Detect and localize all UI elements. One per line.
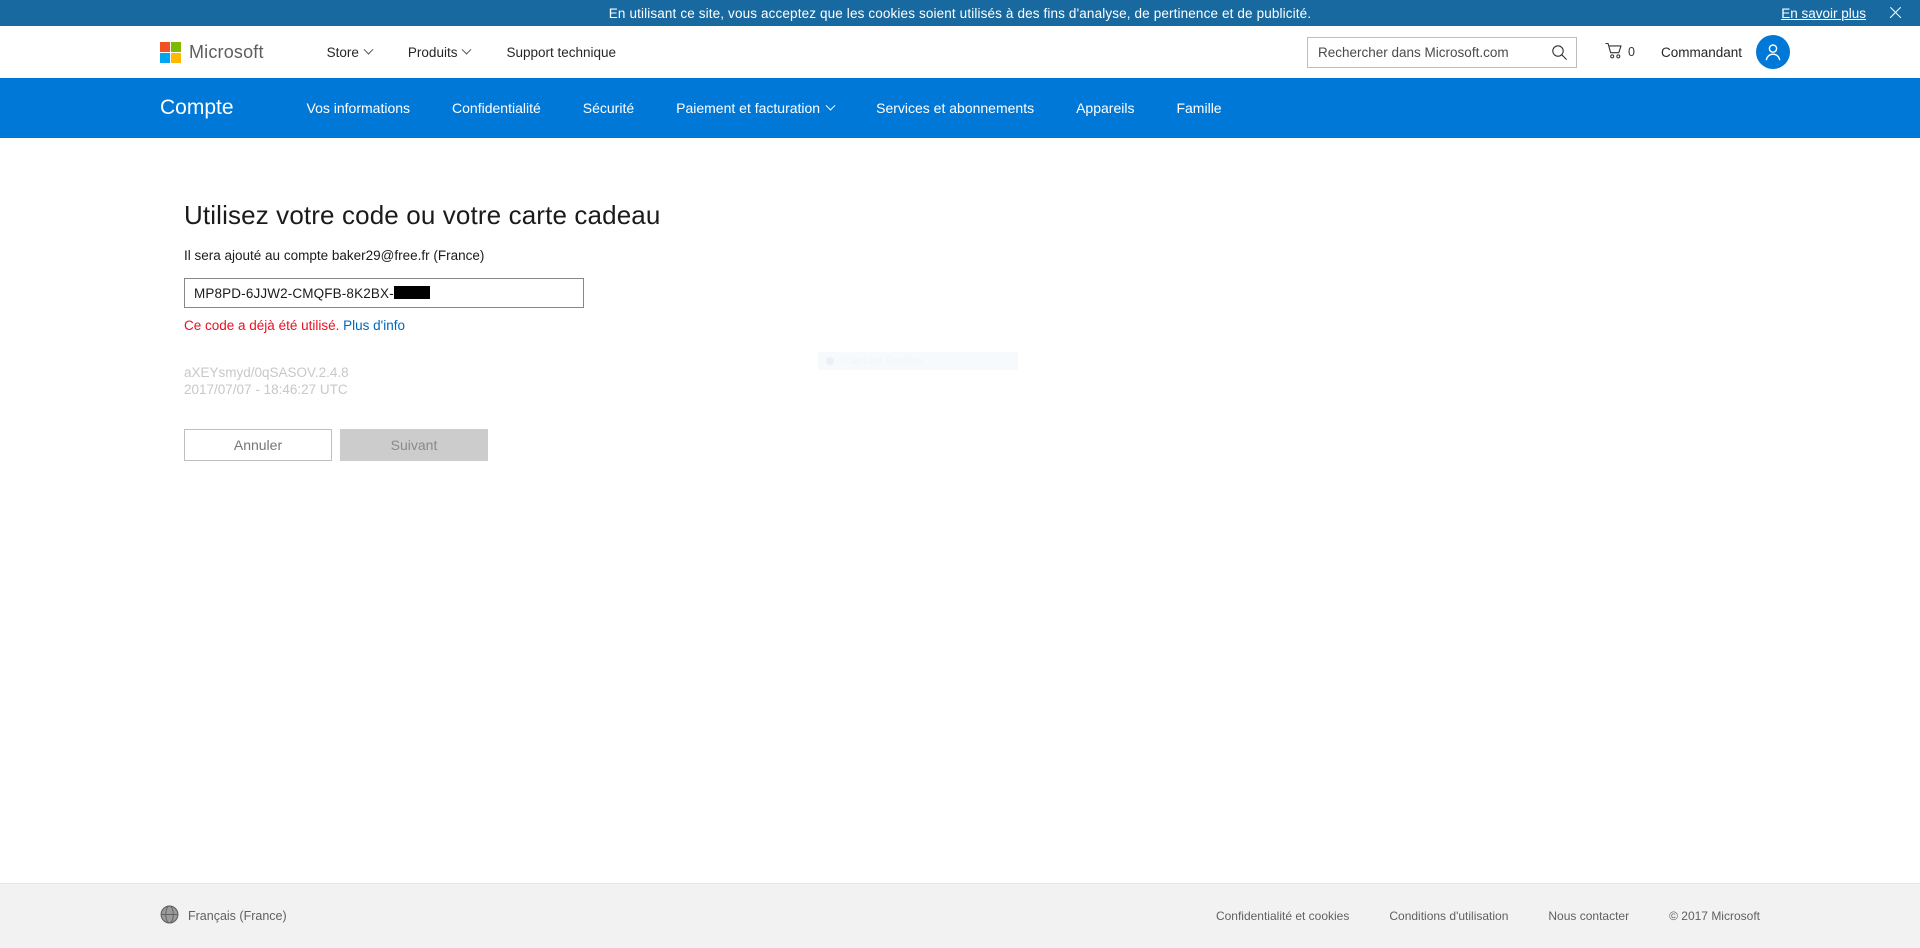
redeem-code-value: MP8PD-6JJW2-CMQFB-8K2BX- — [194, 285, 394, 301]
footer-copyright: © 2017 Microsoft — [1669, 909, 1760, 923]
account-nav-item-confidentialite[interactable]: Confidentialité — [431, 94, 562, 122]
chevron-down-icon — [462, 44, 472, 55]
account-nav-bar: Compte Vos informations Confidentialité … — [0, 78, 1920, 138]
language-selector[interactable]: Français (France) — [160, 905, 287, 927]
diagnostic-info: aXEYsmyd/0qSASOV.2.4.8 2017/07/07 - 18:4… — [184, 365, 1920, 399]
user-avatar-icon[interactable] — [1756, 35, 1790, 69]
site-footer: Français (France) Confidentialité et coo… — [0, 883, 1920, 948]
header-nav-produits[interactable]: Produits — [390, 37, 489, 68]
account-nav-item-label: Sécurité — [582, 100, 635, 116]
header-nav-store[interactable]: Store — [309, 37, 390, 68]
account-nav-item-securite[interactable]: Sécurité — [562, 94, 655, 122]
account-nav-items: Vos informations Confidentialité Sécurit… — [286, 94, 1243, 122]
account-nav-item-services-et-abonnements[interactable]: Services et abonnements — [855, 94, 1055, 122]
account-nav-item-label: Paiement et facturation — [676, 100, 821, 116]
cart-count: 0 — [1628, 45, 1635, 59]
search-icon[interactable] — [1551, 44, 1568, 61]
header-nav-support[interactable]: Support technique — [488, 37, 634, 68]
page-subtitle: Il sera ajouté au compte baker29@free.fr… — [184, 248, 485, 263]
cookie-banner-actions: En savoir plus — [1781, 0, 1902, 26]
account-nav-item-label: Appareils — [1076, 100, 1135, 116]
error-message-text: Ce code a déjà été utilisé. — [184, 318, 340, 333]
capture-window-overlay: Capture Fenêtre — [818, 352, 1018, 370]
diagnostic-timestamp: 2017/07/07 - 18:46:27 UTC — [184, 381, 348, 397]
search-box[interactable] — [1307, 36, 1577, 68]
footer-link-contact[interactable]: Nous contacter — [1548, 909, 1629, 923]
form-actions: Annuler Suivant — [184, 428, 1920, 461]
cookie-learn-more-link[interactable]: En savoir plus — [1781, 6, 1866, 21]
account-nav-item-famille[interactable]: Famille — [1155, 94, 1242, 122]
record-dot-icon — [826, 357, 834, 365]
header-nav-store-label: Store — [326, 44, 359, 60]
account-nav-brand[interactable]: Compte — [160, 96, 234, 120]
close-icon[interactable] — [1888, 6, 1902, 20]
account-nav-item-label: Famille — [1176, 100, 1222, 116]
language-label: Français (France) — [188, 909, 287, 923]
diagnostic-session-id: aXEYsmyd/0qSASOV.2.4.8 — [184, 365, 349, 380]
cart-icon — [1605, 42, 1624, 62]
header-nav-produits-label: Produits — [407, 44, 458, 60]
cookie-banner-message: En utilisant ce site, vous acceptez que … — [608, 5, 1312, 21]
footer-link-privacy[interactable]: Confidentialité et cookies — [1216, 909, 1349, 923]
microsoft-logo-icon — [160, 41, 181, 63]
account-nav-item-paiement-et-facturation[interactable]: Paiement et facturation — [655, 94, 855, 122]
page-title: Utilisez votre code ou votre carte cadea… — [184, 200, 661, 230]
account-username[interactable]: Commandant — [1661, 45, 1742, 60]
microsoft-logo-link[interactable]: Microsoft — [160, 41, 264, 63]
account-nav-item-vos-informations[interactable]: Vos informations — [286, 94, 432, 122]
footer-link-terms[interactable]: Conditions d'utilisation — [1389, 909, 1508, 923]
error-more-info-link[interactable]: Plus d'info — [343, 318, 405, 333]
cart-button[interactable]: 0 — [1605, 42, 1635, 62]
microsoft-wordmark: Microsoft — [189, 41, 264, 62]
account-nav-item-label: Services et abonnements — [876, 100, 1035, 116]
account-nav-item-label: Confidentialité — [452, 100, 541, 116]
site-header: Microsoft Store Produits Support techniq… — [0, 26, 1920, 78]
account-nav-item-label: Vos informations — [306, 100, 411, 116]
header-nav: Store Produits Support technique — [309, 37, 634, 68]
search-input[interactable] — [1318, 44, 1551, 60]
account-nav-item-appareils[interactable]: Appareils — [1055, 94, 1155, 122]
cancel-button[interactable]: Annuler — [184, 428, 332, 461]
chevron-down-icon — [363, 44, 374, 55]
capture-window-label: Capture Fenêtre — [843, 355, 924, 367]
main-content: Utilisez votre code ou votre carte cadea… — [0, 138, 1920, 883]
error-message: Ce code a déjà été utilisé. Plus d'info — [184, 318, 1920, 333]
redacted-code-segment — [393, 285, 430, 299]
footer-links: Confidentialité et cookies Conditions d'… — [1216, 909, 1760, 923]
header-nav-support-label: Support technique — [506, 44, 617, 60]
chevron-down-icon — [825, 100, 836, 111]
globe-icon — [160, 905, 179, 927]
redeem-code-input[interactable]: MP8PD-6JJW2-CMQFB-8K2BX- — [184, 278, 584, 308]
header-utilities: 0 Commandant — [1307, 35, 1790, 69]
cookie-consent-banner: En utilisant ce site, vous acceptez que … — [0, 0, 1920, 26]
next-button[interactable]: Suivant — [340, 428, 488, 461]
